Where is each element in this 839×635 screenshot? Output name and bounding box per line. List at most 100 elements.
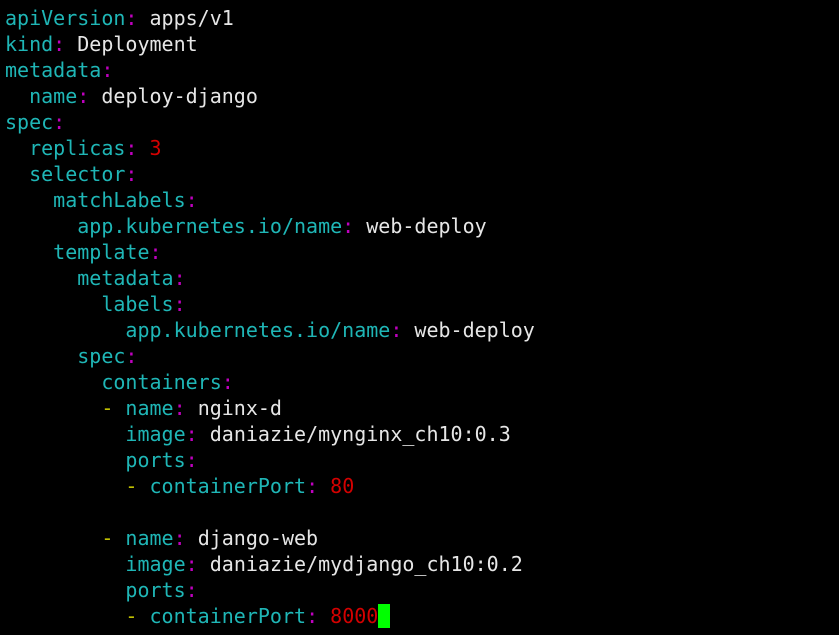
code-line[interactable]: image: daniazie/mydjango_ch10:0.2: [5, 551, 839, 577]
code-line[interactable]: ports:: [5, 447, 839, 473]
code-line[interactable]: kind: Deployment: [5, 31, 839, 57]
code-line[interactable]: metadata:: [5, 265, 839, 291]
yaml-editor[interactable]: apiVersion: apps/v1 kind: Deployment metad…: [5, 5, 839, 629]
yaml-value: web-deploy: [414, 318, 535, 342]
yaml-key: app.kubernetes.io/name: [125, 318, 391, 342]
code-line[interactable]: template:: [5, 239, 839, 265]
list-dash: -: [101, 526, 126, 550]
yaml-key: containerPort: [149, 474, 307, 498]
yaml-colon: :: [185, 578, 198, 602]
code-line[interactable]: metadata:: [5, 57, 839, 83]
yaml-colon: :: [342, 214, 355, 238]
code-line[interactable]: [5, 499, 839, 525]
yaml-key: ports: [125, 448, 186, 472]
code-line[interactable]: apiVersion: apps/v1: [5, 5, 839, 31]
code-line[interactable]: - name: django-web: [5, 525, 839, 551]
yaml-value: 3: [149, 136, 162, 160]
yaml-key: name: [125, 396, 174, 420]
yaml-key: name: [29, 84, 78, 108]
yaml-key: kind: [5, 32, 54, 56]
code-line[interactable]: spec:: [5, 109, 839, 135]
code-line[interactable]: replicas: 3: [5, 135, 839, 161]
yaml-key: apiVersion: [5, 6, 126, 30]
yaml-key: name: [125, 526, 174, 550]
yaml-key: image: [125, 422, 186, 446]
code-line[interactable]: matchLabels:: [5, 187, 839, 213]
yaml-colon: :: [185, 552, 198, 576]
yaml-colon: :: [53, 110, 66, 134]
yaml-colon: :: [221, 370, 234, 394]
yaml-key: containers: [101, 370, 222, 394]
yaml-colon: :: [53, 32, 66, 56]
code-line[interactable]: image: daniazie/mynginx_ch10:0.3: [5, 421, 839, 447]
yaml-value: django-web: [197, 526, 319, 550]
code-line[interactable]: app.kubernetes.io/name: web-deploy: [5, 213, 839, 239]
yaml-key: spec: [5, 110, 54, 134]
yaml-colon: :: [125, 344, 138, 368]
yaml-key: matchLabels: [53, 188, 186, 212]
yaml-key: metadata: [5, 58, 102, 82]
code-line[interactable]: - containerPort: 8000: [5, 603, 839, 629]
yaml-value: apps/v1: [149, 6, 234, 30]
yaml-colon: :: [101, 58, 114, 82]
code-line[interactable]: ports:: [5, 577, 839, 603]
code-line[interactable]: app.kubernetes.io/name: web-deploy: [5, 317, 839, 343]
yaml-key: selector: [29, 162, 126, 186]
code-line[interactable]: selector:: [5, 161, 839, 187]
yaml-key: containerPort: [149, 604, 307, 628]
yaml-colon: :: [149, 240, 162, 264]
yaml-colon: :: [390, 318, 403, 342]
yaml-colon: :: [173, 526, 186, 550]
yaml-key: ports: [125, 578, 186, 602]
code-line[interactable]: spec:: [5, 343, 839, 369]
yaml-key: template: [53, 240, 150, 264]
code-line[interactable]: containers:: [5, 369, 839, 395]
code-line[interactable]: labels:: [5, 291, 839, 317]
yaml-colon: :: [185, 422, 198, 446]
yaml-value: 8000: [330, 604, 379, 628]
code-line[interactable]: name: deploy-django: [5, 83, 839, 109]
list-dash: -: [125, 604, 150, 628]
yaml-value: daniazie/mynginx_ch10:0.3: [209, 422, 511, 446]
list-dash: -: [101, 396, 126, 420]
yaml-value: Deployment: [77, 32, 198, 56]
code-line[interactable]: - containerPort: 80: [5, 473, 839, 499]
yaml-key: spec: [77, 344, 126, 368]
yaml-key: replicas: [29, 136, 126, 160]
yaml-value: 80: [330, 474, 355, 498]
yaml-colon: :: [173, 266, 186, 290]
yaml-colon: :: [125, 136, 138, 160]
code-line[interactable]: - name: nginx-d: [5, 395, 839, 421]
list-dash: -: [125, 474, 150, 498]
yaml-value: web-deploy: [366, 214, 487, 238]
yaml-colon: :: [306, 474, 319, 498]
yaml-colon: :: [125, 6, 138, 30]
